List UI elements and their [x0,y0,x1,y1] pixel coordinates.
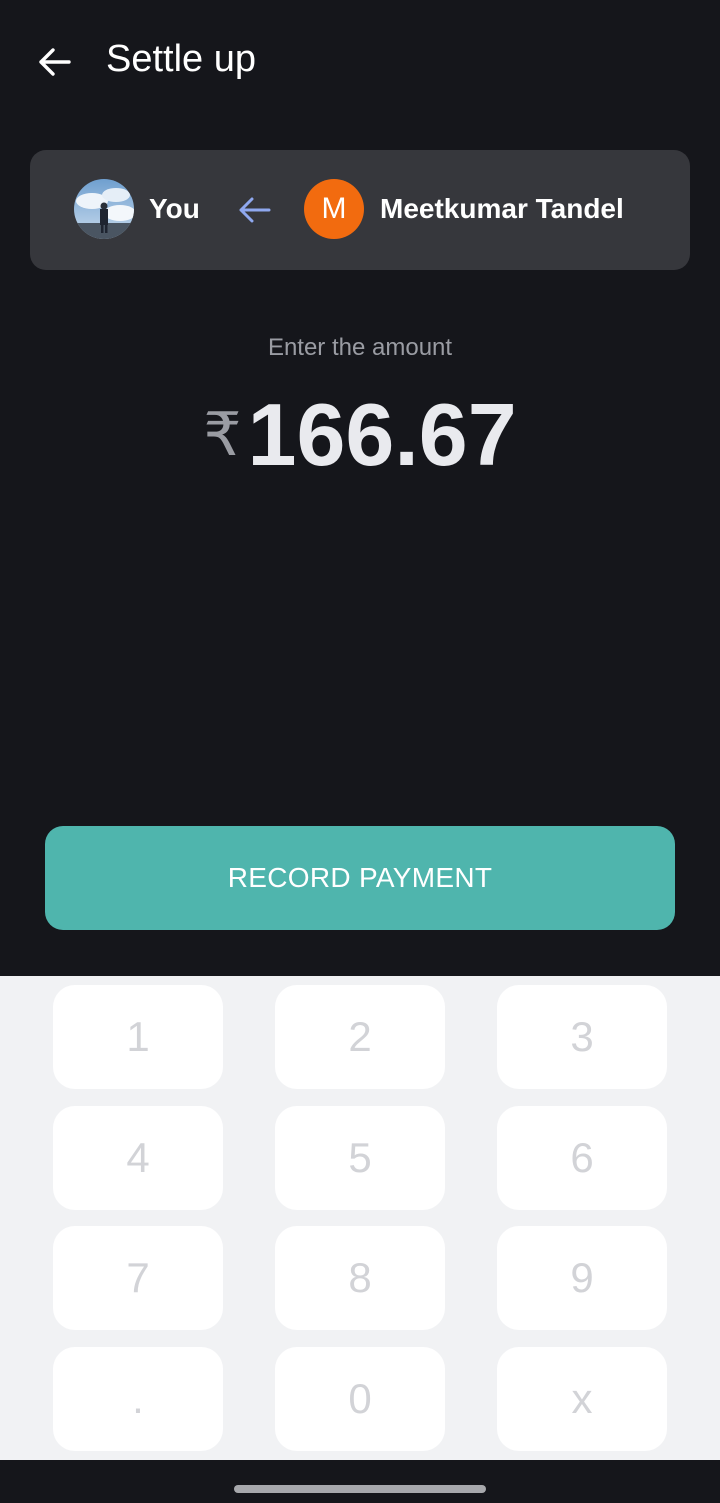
keypad-key-7[interactable]: 7 [53,1226,223,1330]
payee-name: Meetkumar Tandel [380,193,624,224]
keypad-key-5[interactable]: 5 [275,1106,445,1210]
keypad-key-6[interactable]: 6 [497,1106,667,1210]
keypad-key-1[interactable]: 1 [53,985,223,1089]
profile-photo [74,179,134,239]
payee-avatar: M [304,179,364,239]
amount-value: 166.67 [247,385,517,484]
system-navigation-bar [0,1460,720,1503]
keypad-key-2[interactable]: 2 [275,985,445,1089]
avatar [74,179,134,239]
arrow-left-icon [39,48,71,76]
back-button[interactable] [28,36,80,88]
numeric-keypad: 1 2 3 4 5 6 7 8 9 . 0 x [0,976,720,1460]
app-header: Settle up [0,0,720,120]
gesture-handle[interactable] [234,1485,486,1493]
keypad-key-decimal[interactable]: . [53,1347,223,1451]
record-payment-button[interactable]: RECORD PAYMENT [45,826,675,930]
amount-display[interactable]: ₹166.67 [0,385,720,485]
keypad-key-4[interactable]: 4 [53,1106,223,1210]
currency-symbol: ₹ [203,401,242,468]
arrow-left-icon [239,197,271,223]
page-title: Settle up [106,38,256,80]
keypad-key-9[interactable]: 9 [497,1226,667,1330]
keypad-key-8[interactable]: 8 [275,1226,445,1330]
payer-name: You [149,193,200,224]
amount-prompt: Enter the amount [267,334,453,361]
keypad-key-3[interactable]: 3 [497,985,667,1089]
settlement-parties-card: You M Meetkumar Tandel [30,150,690,270]
keypad-key-0[interactable]: 0 [275,1347,445,1451]
keypad-key-backspace[interactable]: x [497,1347,667,1451]
